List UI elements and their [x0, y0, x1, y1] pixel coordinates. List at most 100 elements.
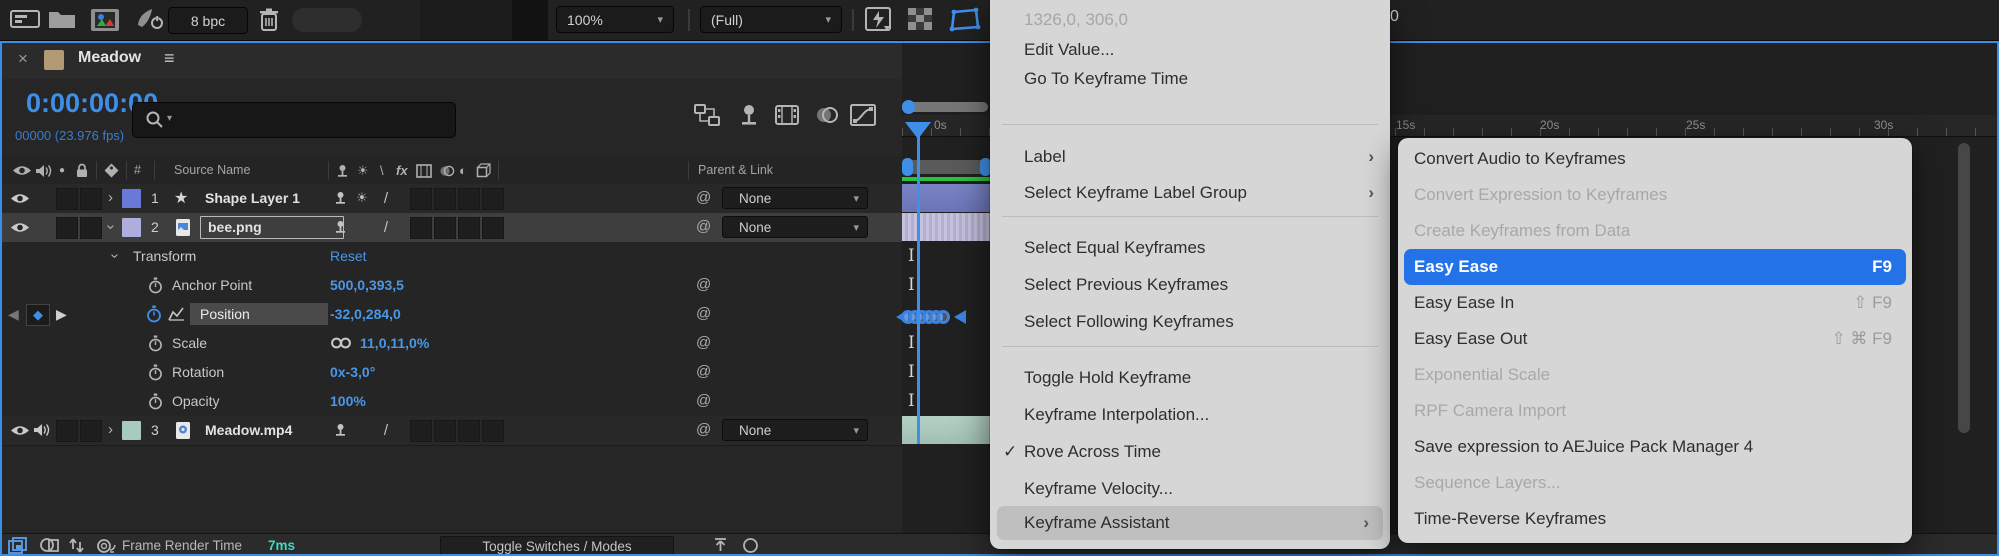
solo-cell[interactable]	[56, 420, 78, 442]
bee-layer-bar[interactable]	[902, 213, 990, 241]
column-parent-link[interactable]: Parent & Link	[698, 157, 773, 184]
render-time-snail-icon[interactable]	[96, 537, 116, 554]
stopwatch-icon[interactable]	[148, 387, 163, 415]
shy-switch-icon[interactable]	[330, 213, 350, 241]
pickwhip-icon[interactable]: @	[696, 213, 711, 241]
property-value[interactable]: 500,0,393,5	[330, 271, 404, 299]
switch-cell[interactable]	[410, 217, 432, 239]
parent-dropdown[interactable]: None ▾	[722, 187, 868, 209]
property-name[interactable]: Scale	[172, 329, 207, 357]
eye-icon[interactable]	[10, 184, 30, 212]
solo-cell[interactable]	[56, 188, 78, 210]
layer-color-swatch[interactable]	[122, 421, 141, 440]
quality-icon[interactable]: \	[380, 157, 384, 184]
collapse-sun-icon[interactable]: ☀	[352, 184, 372, 212]
layer-row-meadow[interactable]: › 3 Meadow.mp4 / @ None ▾	[0, 416, 902, 446]
add-keyframe-icon[interactable]: ◆	[26, 304, 50, 326]
switch-cell[interactable]	[434, 217, 456, 239]
next-keyframe-icon[interactable]: ▶	[56, 300, 67, 328]
parent-dropdown[interactable]: None ▾	[722, 216, 868, 238]
menu-item-keyframe-interpolation[interactable]: Keyframe Interpolation...	[990, 399, 1390, 431]
vertical-scrollbar[interactable]	[1958, 143, 1970, 433]
switch-cell[interactable]	[482, 188, 504, 210]
property-name[interactable]: Rotation	[172, 358, 224, 386]
menu-item-select-following-keyframes[interactable]: Select Following Keyframes	[990, 306, 1390, 338]
resolution-dropdown[interactable]: (Full) ▾	[700, 6, 842, 33]
layer-color-swatch[interactable]	[122, 218, 141, 237]
submenu-item-easy-ease-in[interactable]: Easy Ease In ⇧ F9	[1398, 285, 1912, 321]
shy-switch-icon[interactable]	[336, 157, 349, 184]
switch-cell[interactable]	[434, 420, 456, 442]
quality-switch-icon[interactable]: /	[376, 213, 396, 241]
audio-speaker-icon[interactable]	[33, 416, 50, 444]
switch-cell[interactable]	[458, 420, 480, 442]
graph-toggle-icon[interactable]	[168, 300, 185, 328]
motion-blur-switch-icon[interactable]	[439, 157, 455, 184]
property-row-rotation[interactable]: Rotation 0x-3,0° @	[0, 358, 902, 388]
lock-cell[interactable]	[80, 420, 102, 442]
comp-tab-title[interactable]: Meadow	[78, 49, 141, 67]
frame-blend-switch-icon[interactable]	[416, 157, 432, 184]
property-row-scale[interactable]: Scale 11,0,11,0% @	[0, 329, 902, 359]
transfer-controls-icon[interactable]	[68, 537, 85, 554]
property-row-anchor-point[interactable]: Anchor Point 500,0,393,5 @	[0, 271, 902, 301]
property-name[interactable]: Position	[200, 300, 250, 328]
property-value[interactable]: 0x-3,0°	[330, 358, 375, 386]
pickwhip-icon[interactable]: @	[696, 358, 711, 386]
layer-row-bee[interactable]: › 2 bee.png / @ None ▾	[0, 213, 902, 243]
work-area-start-handle[interactable]	[902, 158, 913, 176]
frame-blending-icon[interactable]	[772, 100, 802, 130]
expand-timeline-icon[interactable]	[712, 537, 729, 554]
column-source-name[interactable]: Source Name	[174, 157, 250, 184]
switch-cell[interactable]	[410, 420, 432, 442]
submenu-item-save-expression-aejuice[interactable]: Save expression to AEJuice Pack Manager …	[1398, 429, 1912, 465]
magnification-dropdown[interactable]: 100% ▾	[556, 6, 674, 33]
expander-icon[interactable]: ›	[108, 184, 113, 212]
property-value[interactable]: -32,0,284,0	[330, 300, 401, 328]
submenu-item-time-reverse-keyframes[interactable]: Time-Reverse Keyframes	[1398, 501, 1912, 537]
shy-switch-icon[interactable]	[330, 416, 350, 444]
label-tag-icon[interactable]	[104, 157, 119, 184]
parent-dropdown[interactable]: None ▾	[722, 419, 868, 441]
stopwatch-icon[interactable]	[148, 329, 163, 357]
collapse-sun-icon[interactable]: ☀	[357, 157, 369, 184]
property-value[interactable]: 100%	[330, 387, 366, 415]
adjustment-layer-icon[interactable]: ◐	[459, 157, 467, 184]
quality-switch-icon[interactable]: /	[376, 184, 396, 212]
layer-name[interactable]: bee.png	[208, 213, 262, 241]
shy-layers-icon[interactable]	[734, 100, 764, 130]
playhead-line[interactable]	[917, 122, 920, 444]
color-depth-button[interactable]: 8 bpc	[168, 7, 248, 34]
menu-item-select-previous-keyframes[interactable]: Select Previous Keyframes	[990, 269, 1390, 301]
pickwhip-icon[interactable]: @	[696, 329, 711, 357]
property-name[interactable]: Anchor Point	[172, 271, 252, 299]
menu-item-select-equal-keyframes[interactable]: Select Equal Keyframes	[990, 232, 1390, 264]
property-row-opacity[interactable]: Opacity 100% @	[0, 387, 902, 417]
eye-icon[interactable]	[10, 416, 30, 444]
property-name[interactable]: Opacity	[172, 387, 219, 415]
close-icon[interactable]: ×	[18, 49, 28, 69]
panel-menu-icon[interactable]: ≡	[164, 48, 175, 69]
reset-link[interactable]: Reset	[330, 242, 367, 270]
menu-item-rove-across-time[interactable]: ✓ Rove Across Time	[990, 436, 1390, 468]
audio-speaker-icon[interactable]	[35, 157, 52, 184]
menu-item-select-keyframe-label-group[interactable]: Select Keyframe Label Group ›	[990, 177, 1390, 209]
constrain-link-icon[interactable]	[330, 329, 352, 357]
pickwhip-icon[interactable]: @	[696, 387, 711, 415]
property-row-position[interactable]: ◀ ◆ ▶ Position -32,0,284,0 @	[0, 300, 902, 330]
stopwatch-icon[interactable]	[148, 271, 163, 299]
position-keyframes[interactable]	[896, 306, 966, 328]
keyframe-icon[interactable]	[954, 310, 966, 324]
video-eye-icon[interactable]	[12, 157, 32, 184]
menu-item-label[interactable]: Label ›	[990, 141, 1390, 173]
fast-preview-icon[interactable]	[864, 6, 894, 33]
effects-fx-icon[interactable]: fx	[396, 157, 408, 184]
pickwhip-icon[interactable]: @	[696, 184, 711, 212]
composition-layers-icon[interactable]	[8, 537, 28, 554]
comp-mini-flowchart-icon[interactable]	[692, 100, 722, 130]
expander-icon[interactable]: ›	[101, 254, 129, 259]
pickwhip-icon[interactable]: @	[696, 271, 711, 299]
switch-cell[interactable]	[482, 420, 504, 442]
submenu-item-easy-ease[interactable]: Easy Ease F9	[1404, 249, 1906, 285]
submenu-item-convert-audio[interactable]: Convert Audio to Keyframes	[1398, 141, 1912, 177]
